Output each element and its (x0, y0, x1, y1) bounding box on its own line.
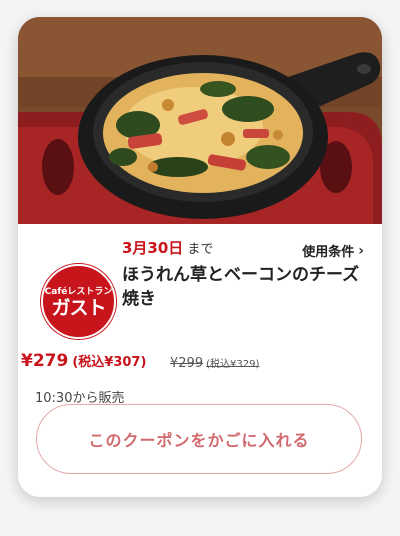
food-photo (18, 17, 382, 224)
gusto-logo: Caféレストラン ガスト (41, 264, 116, 339)
add-to-cart-button[interactable]: このクーポンをかごに入れる (36, 404, 362, 474)
usage-conditions-label: 使用条件 (302, 245, 355, 260)
original-price: ¥299 (税込¥329) (170, 355, 259, 371)
original-price-value: ¥299 (170, 356, 204, 371)
logo-name: ガスト (51, 296, 106, 319)
coupon-card: 3月30日 まで 使用条件 › Caféレストラン ガスト ほうれん草とベーコンの… (18, 17, 382, 497)
chevron-right-icon: › (358, 242, 364, 259)
logo-subtitle: Caféレストラン (44, 286, 113, 297)
price-value: ¥279 (21, 351, 69, 371)
deadline-date: 3月30日 (122, 239, 184, 257)
coupon-deadline: 3月30日 まで (122, 239, 213, 259)
price-tax: (税込¥307) (72, 355, 147, 370)
original-price-tax: (税込¥329) (206, 359, 260, 370)
usage-conditions-link[interactable]: 使用条件 › (302, 241, 364, 261)
coupon-price: ¥279 (税込¥307) (21, 351, 146, 371)
deadline-suffix: まで (187, 242, 214, 257)
coupon-title: ほうれん草とベーコンのチーズ焼き (122, 265, 360, 309)
